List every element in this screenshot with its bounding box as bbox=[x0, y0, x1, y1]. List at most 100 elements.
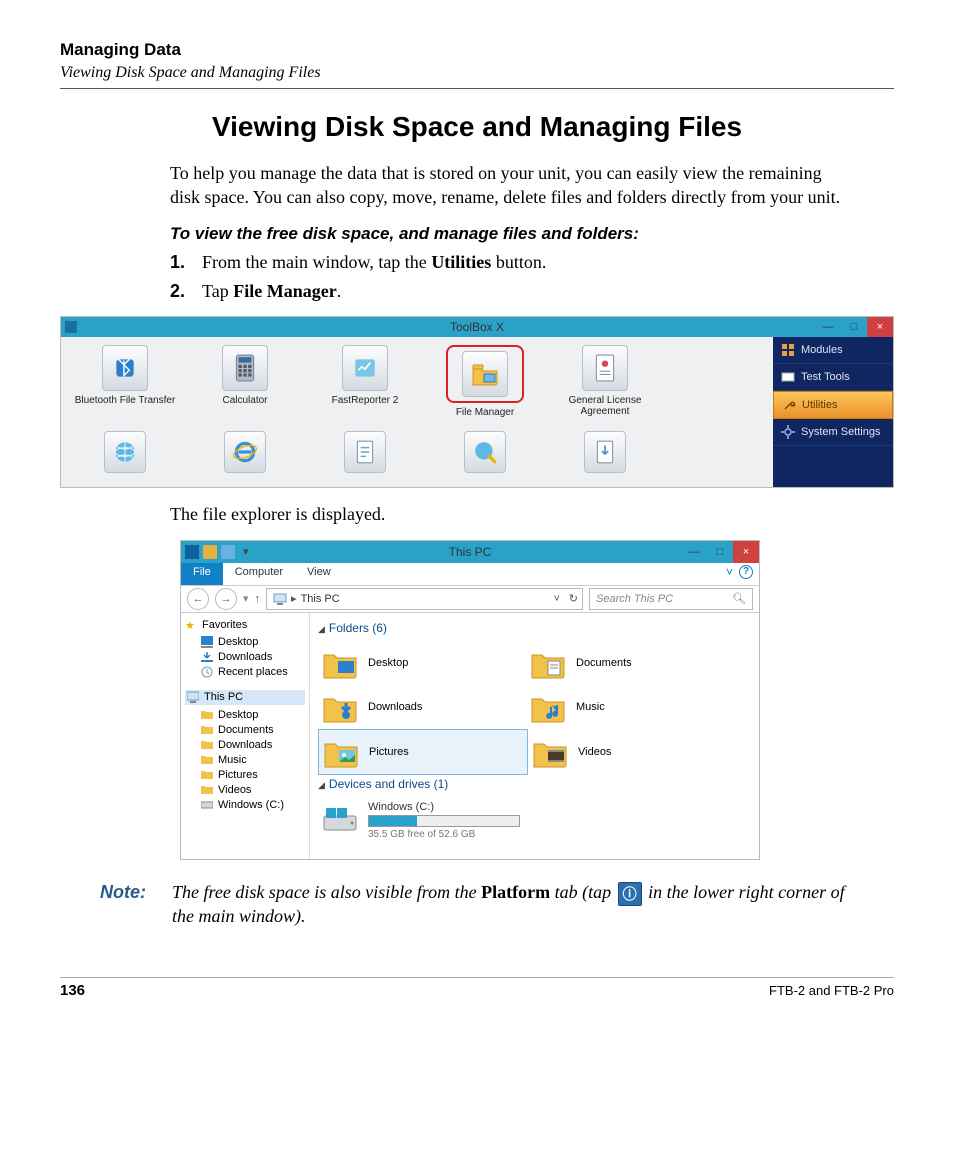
nav-history-icon[interactable]: ▾ bbox=[243, 592, 249, 605]
tile-file-manager[interactable]: File Manager bbox=[425, 345, 545, 426]
step-2: 2. Tap File Manager. bbox=[170, 281, 854, 302]
tree-item-downloads[interactable]: Downloads bbox=[185, 738, 305, 753]
folder-downloads[interactable]: Downloads bbox=[318, 685, 526, 729]
folder-icon bbox=[530, 691, 566, 723]
folder-icon bbox=[201, 709, 214, 722]
triangle-icon: ◢ bbox=[318, 624, 325, 634]
explorer-title: This PC bbox=[449, 545, 492, 559]
tile-label: Calculator bbox=[222, 395, 267, 406]
tile-partial-3[interactable] bbox=[305, 431, 425, 481]
tile-partial-5[interactable] bbox=[545, 431, 665, 481]
folder-icon bbox=[530, 647, 566, 679]
drive-windows-c[interactable]: Windows (C:) 35.5 GB free of 52.6 GB bbox=[318, 797, 751, 844]
ql-icon[interactable] bbox=[221, 545, 235, 559]
folder-pictures[interactable]: Pictures bbox=[318, 729, 528, 775]
close-button[interactable]: × bbox=[867, 317, 893, 337]
refresh-icon[interactable]: ↻ bbox=[569, 592, 578, 605]
tree-this-pc[interactable]: This PC bbox=[185, 690, 305, 705]
section-title: Viewing Disk Space and Managing Files bbox=[60, 111, 894, 143]
tree-item-pictures[interactable]: Pictures bbox=[185, 768, 305, 783]
folder-icon bbox=[201, 724, 214, 737]
ribbon-tab-view[interactable]: View bbox=[295, 563, 343, 585]
tree-item-desktop[interactable]: Desktop bbox=[185, 708, 305, 723]
nav-forward-button[interactable]: → bbox=[215, 588, 237, 610]
tile-general-license-agreement[interactable]: General License Agreement bbox=[545, 345, 665, 426]
folder-label: Music bbox=[576, 701, 605, 713]
triangle-icon: ◢ bbox=[318, 780, 325, 790]
ie-icon bbox=[224, 431, 266, 473]
nav-up-button[interactable]: ↑ bbox=[255, 593, 261, 605]
toolbox-screenshot: ToolBox X — □ × Bluetooth File Transfer bbox=[60, 316, 894, 488]
tile-label: General License Agreement bbox=[545, 395, 665, 417]
tree-item-music[interactable]: Music bbox=[185, 753, 305, 768]
sidebar-label: System Settings bbox=[801, 426, 880, 438]
chapter-subtitle: Viewing Disk Space and Managing Files bbox=[60, 64, 894, 82]
tile-fastreporter2[interactable]: FastReporter 2 bbox=[305, 345, 425, 426]
sidebar-label: Test Tools bbox=[801, 371, 850, 383]
document-arrow-icon bbox=[584, 431, 626, 473]
tree-item-documents[interactable]: Documents bbox=[185, 723, 305, 738]
test-tools-icon bbox=[781, 370, 795, 384]
maximize-button[interactable]: □ bbox=[841, 317, 867, 337]
tree-item-desktop[interactable]: Desktop bbox=[185, 635, 305, 650]
sidebar-system-settings[interactable]: System Settings bbox=[773, 419, 893, 446]
maximize-button[interactable]: □ bbox=[707, 541, 733, 563]
folder-desktop[interactable]: Desktop bbox=[318, 641, 526, 685]
fastreporter-icon bbox=[342, 345, 388, 391]
folder-videos[interactable]: Videos bbox=[528, 729, 736, 775]
explorer-address-bar: ← → ▾ ↑ ▸ This PC ˅ ↻ Search This PC 🔍︎ bbox=[181, 586, 759, 613]
folder-label: Pictures bbox=[369, 746, 409, 758]
desktop-icon bbox=[201, 636, 214, 649]
folders-section-header[interactable]: ◢Folders (6) bbox=[318, 621, 751, 635]
ql-icon[interactable] bbox=[203, 545, 217, 559]
tile-partial-2[interactable] bbox=[185, 431, 305, 481]
minimize-button[interactable]: — bbox=[815, 317, 841, 337]
tree-item-recent[interactable]: Recent places bbox=[185, 665, 305, 680]
recent-icon bbox=[201, 666, 214, 679]
pc-icon bbox=[187, 691, 200, 704]
folder-music[interactable]: Music bbox=[526, 685, 734, 729]
file-manager-icon bbox=[462, 351, 508, 397]
tile-partial-1[interactable] bbox=[65, 431, 185, 481]
ribbon-chevron-icon[interactable]: ˅ bbox=[726, 565, 733, 579]
globe-icon bbox=[104, 431, 146, 473]
ribbon-tab-file[interactable]: File bbox=[181, 563, 223, 585]
sidebar-label: Modules bbox=[801, 344, 843, 356]
explorer-screenshot: ▾ This PC — □ × File Computer View ˅ ? ←… bbox=[180, 540, 760, 860]
ql-icon[interactable] bbox=[185, 545, 199, 559]
note-body: The free disk space is also visible from… bbox=[172, 882, 854, 927]
explorer-main: ◢Folders (6) Desktop Documents Downloads bbox=[310, 613, 759, 859]
folder-documents[interactable]: Documents bbox=[526, 641, 734, 685]
close-button[interactable]: × bbox=[733, 541, 759, 563]
tree-item-windows-c[interactable]: Windows (C:) bbox=[185, 798, 305, 813]
step-text: Tap File Manager. bbox=[202, 281, 341, 302]
globe-wrench-icon bbox=[464, 431, 506, 473]
breadcrumb: This PC bbox=[301, 593, 340, 605]
nav-back-button[interactable]: ← bbox=[187, 588, 209, 610]
step-text: From the main window, tap the Utilities … bbox=[202, 252, 546, 273]
folder-icon bbox=[201, 754, 214, 767]
tree-favorites[interactable]: ★ Favorites bbox=[185, 619, 305, 632]
sidebar-utilities[interactable]: Utilities bbox=[773, 391, 893, 419]
note-label: Note: bbox=[100, 882, 160, 903]
tile-calculator[interactable]: Calculator bbox=[185, 345, 305, 426]
address-box[interactable]: ▸ This PC ˅ ↻ bbox=[266, 588, 583, 610]
explorer-titlebar: ▾ This PC — □ × bbox=[181, 541, 759, 563]
help-icon[interactable]: ? bbox=[739, 565, 753, 579]
instruction-heading: To view the free disk space, and manage … bbox=[170, 224, 854, 244]
tree-item-videos[interactable]: Videos bbox=[185, 783, 305, 798]
chapter-title: Managing Data bbox=[60, 40, 894, 60]
sidebar-test-tools[interactable]: Test Tools bbox=[773, 364, 893, 391]
drives-section-header[interactable]: ◢Devices and drives (1) bbox=[318, 777, 751, 791]
search-input[interactable]: Search This PC 🔍︎ bbox=[589, 588, 753, 610]
tree-item-downloads[interactable]: Downloads bbox=[185, 650, 305, 665]
sidebar-modules[interactable]: Modules bbox=[773, 337, 893, 364]
tile-partial-4[interactable] bbox=[425, 431, 545, 481]
drive-free-text: 35.5 GB free of 52.6 GB bbox=[368, 829, 520, 840]
ql-chevron-icon[interactable]: ▾ bbox=[243, 545, 257, 559]
address-dropdown-icon[interactable]: ˅ bbox=[554, 593, 560, 605]
tile-bluetooth-file-transfer[interactable]: Bluetooth File Transfer bbox=[65, 345, 185, 426]
ribbon-tab-computer[interactable]: Computer bbox=[223, 563, 295, 585]
document-icon bbox=[344, 431, 386, 473]
minimize-button[interactable]: — bbox=[681, 541, 707, 563]
